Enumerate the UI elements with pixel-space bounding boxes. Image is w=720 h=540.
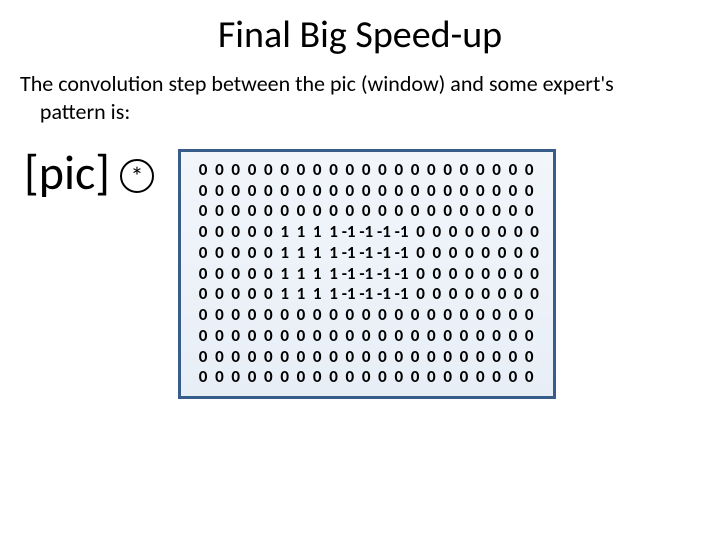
convolution-lhs: [pic] * <box>18 149 154 197</box>
matrix-box: 0 0 0 0 0 0 0 0 0 0 0 0 0 0 0 0 0 0 0 0 … <box>178 149 556 399</box>
content-row: [pic] * 0 0 0 0 0 0 0 0 0 0 0 0 0 0 0 0 … <box>18 149 702 399</box>
pic-label: [pic] <box>24 149 110 197</box>
subtitle-line-1: The convolution step between the pic (wi… <box>20 70 614 97</box>
slide-subtitle: The convolution step between the pic (wi… <box>18 70 702 125</box>
slide-title: Final Big Speed-up <box>18 12 702 58</box>
subtitle-line-2: pattern is: <box>40 98 130 125</box>
matrix-grid: 0 0 0 0 0 0 0 0 0 0 0 0 0 0 0 0 0 0 0 0 … <box>195 160 539 388</box>
slide: Final Big Speed-up The convolution step … <box>0 0 720 540</box>
convolve-icon: * <box>120 159 154 193</box>
